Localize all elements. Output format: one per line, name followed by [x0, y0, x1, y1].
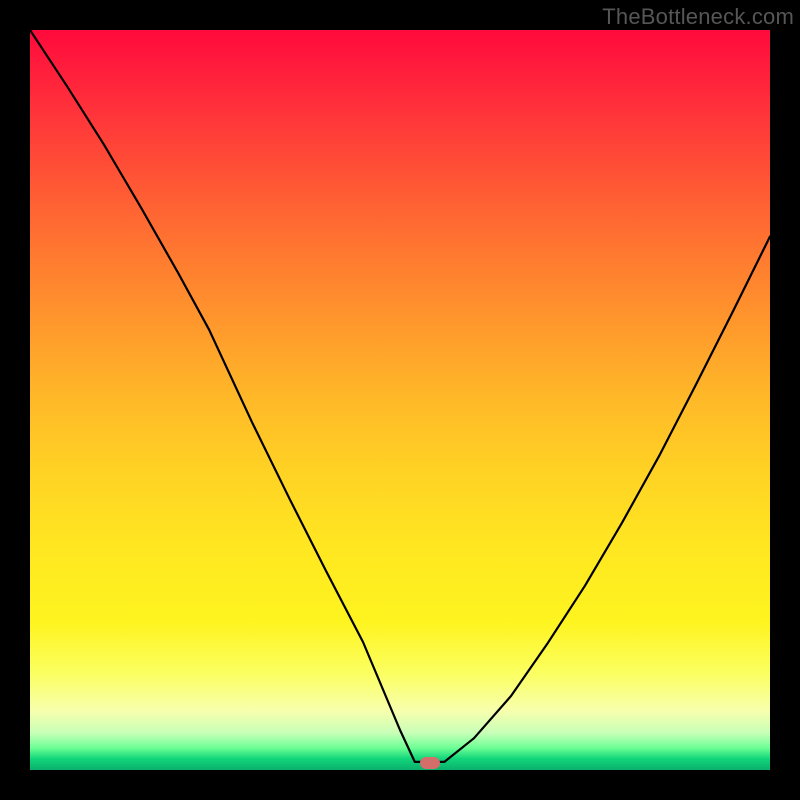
- minimum-marker: [420, 757, 440, 769]
- curve-path: [30, 30, 770, 762]
- chart-frame: TheBottleneck.com: [0, 0, 800, 800]
- plot-area: [30, 30, 770, 770]
- attribution-label: TheBottleneck.com: [602, 4, 794, 30]
- bottleneck-curve: [30, 30, 770, 770]
